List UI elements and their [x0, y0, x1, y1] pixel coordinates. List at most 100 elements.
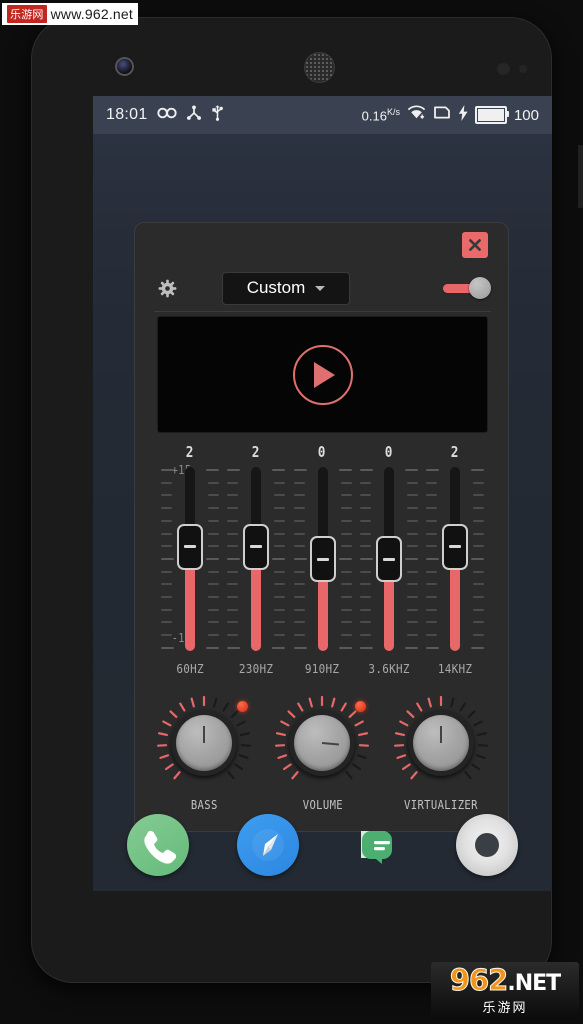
slider-thumb[interactable] — [177, 523, 204, 570]
band-slider-3[interactable] — [289, 463, 355, 655]
slider-tick — [359, 481, 371, 484]
slider-tick — [274, 608, 286, 611]
slider-tick — [293, 557, 307, 560]
knob-body[interactable] — [391, 693, 491, 793]
dock-item-messages[interactable] — [346, 814, 408, 876]
network-speed-unit-bottom: s — [395, 106, 400, 117]
slider-tick — [406, 634, 418, 637]
band-slider-1[interactable] — [157, 463, 223, 655]
knob-body[interactable] — [154, 693, 254, 793]
slider-tick — [472, 583, 484, 586]
band-slider-4[interactable] — [356, 463, 422, 655]
slider-tick — [227, 519, 239, 522]
slider-thumb[interactable] — [441, 523, 468, 570]
settings-button[interactable] — [152, 273, 182, 303]
slider-tick — [338, 646, 352, 649]
power-button[interactable] — [578, 145, 583, 208]
slider-tick — [406, 481, 418, 484]
slider-tick — [227, 507, 239, 510]
slider-tick — [340, 608, 352, 611]
slider-tick — [359, 519, 371, 522]
light-sensor-icon — [519, 65, 527, 73]
slider-tick — [293, 507, 305, 510]
slider-tick — [359, 583, 371, 586]
slider-tick — [425, 634, 437, 637]
slider-tick — [161, 494, 173, 497]
lightning-bolt-icon — [458, 104, 468, 126]
status-bar-left: 18:01 — [106, 104, 224, 126]
preset-dropdown[interactable]: Custom — [222, 271, 350, 305]
slider-tick — [338, 469, 352, 471]
slider-tick — [293, 532, 305, 535]
slider-tick — [293, 545, 305, 548]
slider-thumb[interactable] — [309, 536, 336, 582]
band-sliders-row — [157, 463, 488, 655]
slider-tick — [406, 608, 418, 611]
band-slider-5[interactable] — [422, 463, 488, 655]
slider-tick — [161, 519, 173, 522]
knob-pointer — [322, 742, 340, 746]
watermark-bottom-cn: 乐游网 — [482, 1000, 528, 1015]
slider-tick — [208, 634, 220, 637]
knob-cap[interactable] — [176, 715, 233, 771]
slider-ticks — [206, 469, 220, 649]
slider-ticks — [425, 469, 439, 649]
band-frequency-labels: 60HZ 230HZ 910HZ 3.6KHZ 14KHZ — [157, 661, 488, 681]
slider-unit — [161, 463, 220, 655]
slider-tick — [274, 519, 286, 522]
dock-item-browser[interactable] — [236, 814, 299, 876]
slider-tick — [359, 621, 371, 624]
slider-tick — [208, 494, 220, 497]
slider-tick — [406, 494, 418, 497]
slider-ticks — [359, 469, 373, 649]
watermark-top-cn: 乐游网 — [7, 5, 47, 23]
watermark-top: 乐游网 www.962.net — [2, 3, 138, 25]
slider-tick — [208, 583, 220, 586]
slider-tick — [274, 545, 286, 548]
visualizer-display[interactable] — [157, 316, 488, 433]
slider-ticks — [404, 469, 418, 649]
toggle-knob — [469, 277, 491, 299]
slider-tick — [425, 583, 437, 586]
slider-tick — [208, 519, 220, 522]
slider-tick — [293, 469, 307, 471]
slider-thumb[interactable] — [375, 536, 402, 582]
play-button[interactable] — [292, 344, 353, 405]
slider-tick — [227, 532, 239, 535]
slider-tick — [274, 621, 286, 624]
thumb-notch — [316, 557, 329, 561]
slider-tick — [425, 608, 437, 611]
slider-tick — [206, 557, 220, 560]
band-frequency-label: 3.6KHZ — [368, 661, 410, 676]
slider-tick — [472, 519, 484, 522]
slider-tick — [472, 621, 484, 624]
dock-item-camera[interactable] — [456, 814, 519, 876]
band-frequency-label: 60HZ — [176, 661, 204, 676]
dock-item-phone[interactable] — [126, 814, 189, 876]
slider-tick — [293, 519, 305, 522]
slider-tick — [472, 507, 484, 510]
slider-tick — [340, 545, 352, 548]
slider-tick — [359, 570, 371, 573]
slider-thumb[interactable] — [243, 523, 270, 570]
slider-tick — [425, 596, 437, 599]
close-button[interactable] — [462, 232, 488, 258]
slider-tick — [208, 621, 220, 624]
slider-tick — [406, 570, 418, 573]
slider-tick — [227, 481, 239, 484]
watermark-tld: .NET — [507, 971, 561, 996]
knob-body[interactable] — [272, 693, 372, 793]
slider-tick — [227, 634, 239, 637]
slider-tick — [293, 481, 305, 484]
knob-cap[interactable] — [412, 715, 469, 771]
slider-tick — [340, 494, 352, 497]
slider-tick — [161, 570, 173, 573]
band-slider-2[interactable] — [223, 463, 289, 655]
equalizer-power-toggle[interactable] — [443, 277, 491, 299]
slider-tick — [404, 646, 418, 649]
slider-unit — [227, 463, 286, 655]
wifi-download-icon — [407, 105, 426, 125]
slider-tick — [274, 570, 286, 573]
slider-tick — [227, 583, 239, 586]
thumb-notch — [250, 545, 263, 549]
